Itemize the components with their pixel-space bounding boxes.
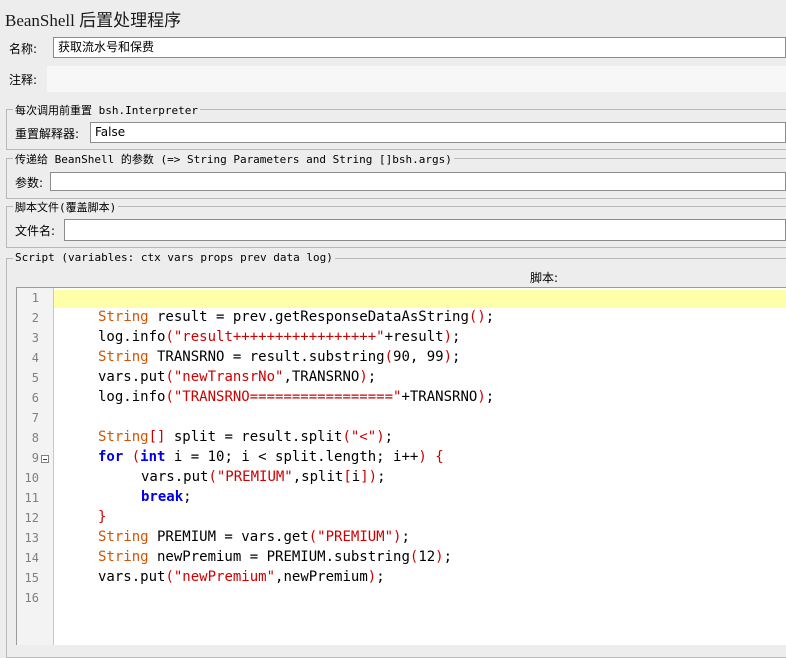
fold-collapse-icon[interactable] <box>41 455 49 463</box>
code-line: } <box>98 509 107 525</box>
code-line: String result = prev.getResponseDataAsSt… <box>98 309 495 325</box>
line-number: 16 <box>24 591 39 605</box>
panel-title: BeanShell 后置处理程序 <box>5 11 182 30</box>
comment-input[interactable] <box>47 66 786 92</box>
code-line: String PREMIUM = vars.get("PREMIUM"); <box>98 529 410 545</box>
name-input[interactable]: 获取流水号和保费 <box>53 37 786 58</box>
code-line: vars.put("newPremium",newPremium); <box>98 569 385 585</box>
reset-interpreter-legend: 每次调用前重置 bsh.Interpreter <box>13 102 200 118</box>
line-number: 7 <box>31 411 39 425</box>
reset-interpreter-label: 重置解释器: <box>15 127 80 141</box>
line-number: 10 <box>24 471 39 485</box>
code-line: String TRANSRNO = result.substring(90, 9… <box>98 349 461 365</box>
line-number: 12 <box>24 511 39 525</box>
line-number: 13 <box>24 531 39 545</box>
line-number: 5 <box>31 371 39 385</box>
line-number: 2 <box>31 311 39 325</box>
name-label: 名称: <box>9 42 38 56</box>
code-line: String newPremium = PREMIUM.substring(12… <box>98 549 453 565</box>
line-number: 3 <box>31 331 39 345</box>
code-line: break; <box>141 489 192 505</box>
script-legend: Script (variables: ctx vars props prev d… <box>13 251 335 264</box>
parameters-label: 参数: <box>15 176 44 190</box>
parameters-input[interactable] <box>50 172 786 191</box>
line-number: 8 <box>31 431 39 445</box>
comment-label: 注释: <box>9 73 38 87</box>
line-number: 11 <box>24 491 39 505</box>
script-editor[interactable]: 1 2 3 4 5 6 7 8 9 10 11 12 13 14 15 16 S… <box>16 287 786 645</box>
line-number: 4 <box>31 351 39 365</box>
code-line: vars.put("newTransrNo",TRANSRNO); <box>98 369 377 385</box>
code-line: String[] split = result.split("<"); <box>98 429 394 445</box>
parameters-legend: 传递给 BeanShell 的参数 (=> String Parameters … <box>13 151 454 167</box>
script-file-legend: 脚本文件(覆盖脚本) <box>13 199 119 215</box>
code-line: log.info("TRANSRNO================="+TRA… <box>98 389 495 405</box>
line-number: 9 <box>31 451 39 465</box>
reset-interpreter-select[interactable]: False <box>90 122 786 143</box>
script-header-label: 脚本: <box>530 271 559 285</box>
filename-input[interactable] <box>64 219 786 241</box>
line-number: 1 <box>31 291 39 305</box>
filename-label: 文件名: <box>15 224 56 238</box>
code-line: log.info("result+++++++++++++++++"+resul… <box>98 329 461 345</box>
line-number-gutter: 1 2 3 4 5 6 7 8 9 10 11 12 13 14 15 16 <box>17 288 54 645</box>
current-line-highlight <box>54 290 786 308</box>
code-line: for (int i = 10; i < split.length; i++) … <box>98 449 444 465</box>
line-number: 6 <box>31 391 39 405</box>
line-number: 14 <box>24 551 39 565</box>
line-number: 15 <box>24 571 39 585</box>
code-line: vars.put("PREMIUM",split[i]); <box>141 469 386 485</box>
